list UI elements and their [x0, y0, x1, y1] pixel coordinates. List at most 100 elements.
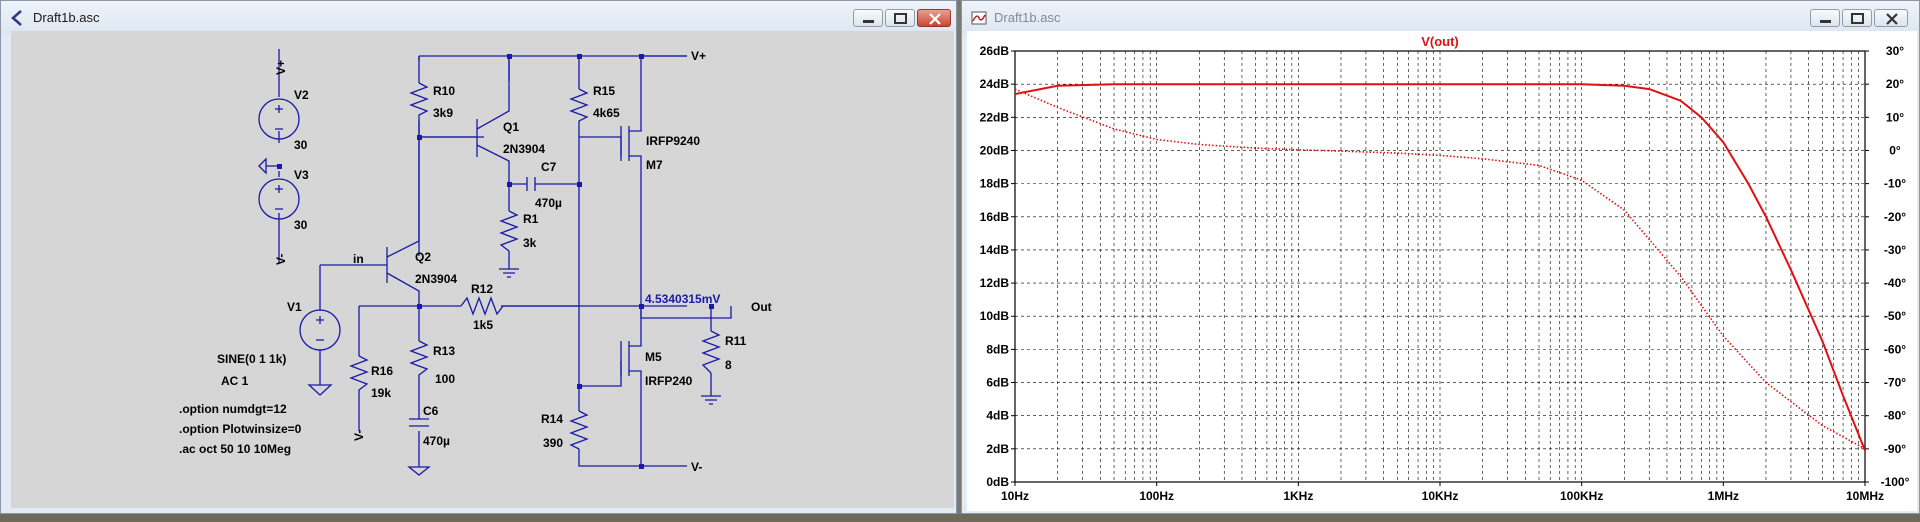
close-icon [1886, 13, 1898, 25]
r16-value: 19k [371, 386, 391, 400]
r10-label: R10 [433, 84, 455, 98]
y-right-tick-label: -80° [1884, 409, 1906, 423]
y-right-tick-label: -40° [1884, 276, 1906, 290]
y-left-tick-label: 10dB [980, 309, 1010, 323]
plot-title: V(out) [1421, 34, 1459, 49]
bode-plot[interactable]: 0dB 2dB 4dB 6dB 8dB 10dB 12dB 14dB 16dB 18dB 20dB 2… [967, 31, 1917, 511]
waveform-window[interactable]: Draft1b.asc 0dB 2dB 4dB 6dB 8dB 10dB 12dB 14dB 1… [961, 0, 1920, 514]
r12-label: R12 [471, 282, 493, 296]
x-tick-label: 10Hz [1001, 489, 1029, 503]
y-left-tick-label: 20dB [980, 143, 1010, 157]
q2-model: 2N3904 [415, 272, 457, 286]
schematic-canvas[interactable]: V+ V2 30 V3 30 V- R10 3k9 Q1 2N3904 R15 … [11, 31, 954, 508]
v1-ac-value: AC 1 [221, 374, 249, 388]
y-right-tick-label: -50° [1884, 309, 1906, 323]
r1-value: 3k [523, 236, 537, 250]
vminus-supply-label: V- [274, 254, 288, 265]
y-left-tick-label: 14dB [980, 243, 1010, 257]
ltspice-schematic-icon [11, 10, 22, 26]
schematic-window-title: Draft1b.asc [33, 10, 100, 25]
schematic-window[interactable]: Draft1b.asc V+ V2 30 V3 30 V- R10 3k9 Q1… [0, 0, 957, 514]
x-tick-label: 10KHz [1422, 489, 1459, 503]
x-tick-label: 100KHz [1560, 489, 1603, 503]
y-right-tick-label: 30° [1886, 44, 1904, 58]
schematic-drawing: V+ V2 30 V3 30 V- R10 3k9 Q1 2N3904 R15 … [179, 49, 772, 476]
m5-model: IRFP240 [645, 374, 693, 388]
in-node-label: in [353, 252, 364, 266]
q1-model: 2N3904 [503, 142, 545, 156]
close-button[interactable] [917, 9, 951, 27]
y-right-tick-label: -90° [1884, 442, 1906, 456]
y-right-tick-label: -100° [1881, 475, 1910, 489]
r15-label: R15 [593, 84, 615, 98]
waveform-minimize-button[interactable] [1810, 9, 1840, 27]
spice-directive-3: .ac oct 50 10 10Meg [179, 442, 291, 456]
y-left-tick-label: 2dB [986, 442, 1009, 456]
y-left-tick-label: 0dB [986, 475, 1009, 489]
y-left-tick-label: 22dB [980, 110, 1010, 124]
c7-label: C7 [541, 160, 557, 174]
v2-value: 30 [294, 138, 308, 152]
y-left-tick-label: 18dB [980, 177, 1010, 191]
q1-label: Q1 [503, 120, 519, 134]
y-right-tick-label: -30° [1884, 243, 1906, 257]
c6-label: C6 [423, 404, 439, 418]
vminus-r16-label: V- [352, 430, 366, 441]
y-right-tick-label: -20° [1884, 210, 1906, 224]
maximize-icon [1851, 13, 1864, 24]
m7-label: M7 [646, 158, 663, 172]
close-icon [929, 13, 941, 25]
y-left-tick-label: 8dB [986, 342, 1009, 356]
q2-label: Q2 [415, 250, 431, 264]
waveform-viewer-icon [971, 11, 987, 25]
c6-value: 470µ [423, 434, 450, 448]
r14-value: 390 [543, 436, 563, 450]
r11-value: 8 [725, 358, 732, 372]
v3-value: 30 [294, 218, 308, 232]
y-right-tick-label: -10° [1884, 177, 1906, 191]
x-tick-label: 100Hz [1139, 489, 1174, 503]
plot-axis-labels: 0dB 2dB 4dB 6dB 8dB 10dB 12dB 14dB 16dB 18dB 20dB 2… [980, 44, 1910, 503]
junction-dots [277, 54, 714, 469]
r12-value: 1k5 [473, 318, 493, 332]
waveform-window-title: Draft1b.asc [994, 10, 1061, 25]
waveform-titlebar[interactable]: Draft1b.asc [962, 1, 1919, 35]
x-tick-label: 1MHz [1708, 489, 1739, 503]
r13-label: R13 [433, 344, 455, 358]
r11-label: R11 [725, 334, 747, 348]
vminus-rail-label: V- [691, 460, 702, 474]
minimize-icon [863, 20, 874, 23]
schematic-titlebar[interactable]: Draft1b.asc [1, 1, 956, 35]
m5-label: M5 [645, 350, 662, 364]
out-net-label: Out [751, 300, 772, 314]
r15-value: 4k65 [593, 106, 620, 120]
v3-label: V3 [294, 168, 309, 182]
wires [266, 55, 732, 476]
minimize-button[interactable] [853, 9, 883, 27]
y-right-tick-label: 0° [1889, 143, 1901, 157]
r16-label: R16 [371, 364, 393, 378]
spice-directive-2: .option Plotwinsize=0 [179, 422, 302, 436]
c7-value: 470µ [535, 196, 562, 210]
y-right-tick-label: -70° [1884, 376, 1906, 390]
maximize-button[interactable] [885, 9, 915, 27]
m7-model: IRFP9240 [646, 134, 700, 148]
y-right-tick-label: 10° [1886, 110, 1904, 124]
r1-label: R1 [523, 212, 539, 226]
plot-pane[interactable]: 0dB 2dB 4dB 6dB 8dB 10dB 12dB 14dB 16dB 18dB 20dB 2… [967, 31, 1917, 511]
r13-value: 100 [435, 372, 455, 386]
plot-grid [1015, 51, 1865, 482]
y-left-tick-label: 12dB [980, 276, 1010, 290]
waveform-maximize-button[interactable] [1842, 9, 1872, 27]
v1-value: SINE(0 1 1k) [217, 352, 286, 366]
y-left-tick-label: 24dB [980, 77, 1010, 91]
vplus-rail-label: V+ [691, 49, 706, 63]
r10-value: 3k9 [433, 106, 453, 120]
waveform-close-button[interactable] [1874, 9, 1908, 27]
x-tick-label: 1KHz [1283, 489, 1313, 503]
maximize-icon [894, 13, 907, 24]
vplus-supply-label: V+ [274, 60, 288, 75]
y-left-tick-label: 4dB [986, 409, 1009, 423]
y-right-tick-label: 20° [1886, 77, 1904, 91]
y-left-tick-label: 16dB [980, 210, 1010, 224]
